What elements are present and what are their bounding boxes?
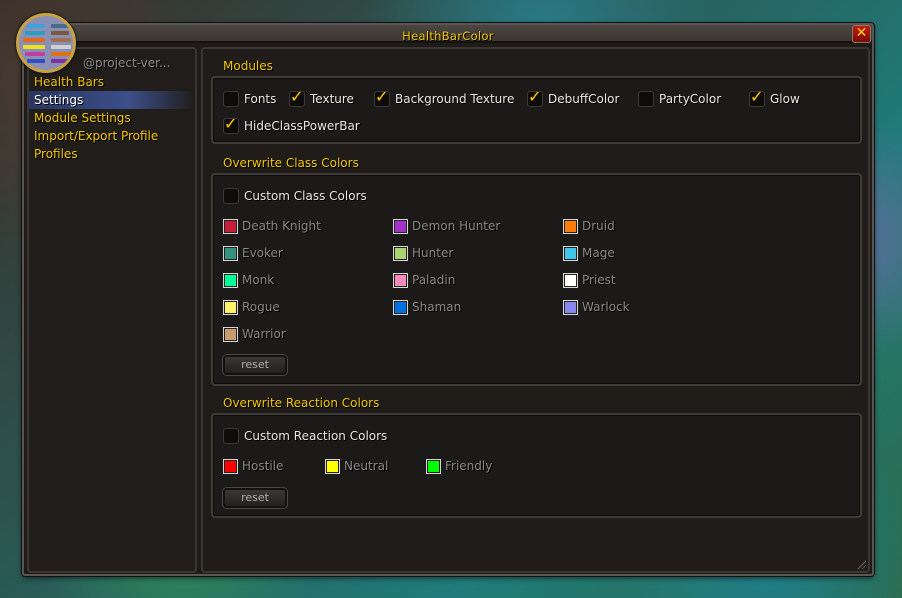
sidebar-nav: Health Bars Settings Module Settings Imp… bbox=[29, 73, 195, 163]
addon-options-window: HealthBarColor ✕ @project-ver... Health … bbox=[22, 23, 874, 576]
resize-grip-icon[interactable] bbox=[856, 559, 866, 569]
swatch-label: Rogue bbox=[242, 300, 280, 314]
custom-reaction-colors-checkbox[interactable]: Custom Reaction Colors bbox=[223, 427, 387, 445]
checkbox-label: Custom Class Colors bbox=[244, 189, 367, 203]
color-swatch[interactable] bbox=[223, 272, 238, 288]
checkmark-icon: ✓ bbox=[224, 114, 238, 133]
swatch-label: Neutral bbox=[344, 459, 389, 473]
close-x-icon: ✕ bbox=[855, 25, 868, 41]
color-swatch[interactable] bbox=[393, 245, 408, 261]
checkmark-icon: ✓ bbox=[290, 87, 304, 106]
sidebar-item-import-export-profile[interactable]: Import/Export Profile bbox=[29, 127, 195, 145]
swatch-label: Hostile bbox=[242, 459, 284, 473]
checkbox-label: Texture bbox=[310, 92, 354, 106]
color-swatch[interactable] bbox=[223, 245, 238, 261]
swatch-label: Warlock bbox=[582, 300, 630, 314]
swatch-label: Mage bbox=[582, 246, 615, 260]
reaction-colors-section-title: Overwrite Reaction Colors bbox=[223, 396, 380, 410]
module-fonts-checkbox[interactable]: Fonts bbox=[223, 90, 276, 108]
checkmark-icon: ✓ bbox=[375, 87, 389, 106]
class-swatch-priest[interactable]: Priest bbox=[563, 272, 616, 288]
class-swatch-rogue[interactable]: Rogue bbox=[223, 299, 280, 315]
title-bar[interactable]: HealthBarColor ✕ bbox=[24, 25, 872, 43]
class-swatch-monk[interactable]: Monk bbox=[223, 272, 274, 288]
swatch-label: Druid bbox=[582, 219, 615, 233]
module-debuffcolor-checkbox[interactable]: ✓ DebuffColor bbox=[527, 87, 620, 108]
swatch-label: Evoker bbox=[242, 246, 283, 260]
color-swatch[interactable] bbox=[393, 272, 408, 288]
modules-group: Fonts ✓ Texture ✓ Background Texture ✓ D… bbox=[211, 76, 862, 144]
modules-section-title: Modules bbox=[223, 59, 273, 73]
sidebar-item-health-bars[interactable]: Health Bars bbox=[29, 73, 195, 91]
settings-panel: Modules Fonts ✓ Texture ✓ Background Tex… bbox=[201, 47, 870, 573]
color-swatch[interactable] bbox=[563, 218, 578, 234]
reaction-swatch-neutral[interactable]: Neutral bbox=[325, 458, 388, 474]
checkbox-label: Custom Reaction Colors bbox=[244, 429, 388, 443]
color-swatch[interactable] bbox=[563, 299, 578, 315]
checkbox-label: Fonts bbox=[244, 92, 277, 106]
color-swatch[interactable] bbox=[393, 218, 408, 234]
color-swatch[interactable] bbox=[223, 326, 238, 342]
color-swatch[interactable] bbox=[563, 272, 578, 288]
swatch-label: Friendly bbox=[445, 459, 493, 473]
version-label: @project-ver... bbox=[83, 56, 171, 70]
close-button[interactable]: ✕ bbox=[852, 25, 871, 43]
color-swatch[interactable] bbox=[563, 245, 578, 261]
checkmark-icon: ✓ bbox=[528, 87, 542, 106]
module-partycolor-checkbox[interactable]: PartyColor bbox=[638, 90, 721, 108]
checkbox-label: PartyColor bbox=[659, 92, 722, 106]
swatch-label: Hunter bbox=[412, 246, 454, 260]
color-swatch[interactable] bbox=[223, 218, 238, 234]
swatch-label: Monk bbox=[242, 273, 275, 287]
swatch-label: Paladin bbox=[412, 273, 456, 287]
checkbox-label: HideClassPowerBar bbox=[244, 119, 360, 133]
swatch-label: Shaman bbox=[412, 300, 462, 314]
color-swatch[interactable] bbox=[426, 458, 441, 474]
addon-logo-icon bbox=[16, 13, 76, 73]
class-colors-section-title: Overwrite Class Colors bbox=[223, 156, 359, 170]
swatch-label: Death Knight bbox=[242, 219, 321, 233]
class-swatch-shaman[interactable]: Shaman bbox=[393, 299, 461, 315]
class-colors-group: Custom Class Colors Death Knight Demon Hu… bbox=[211, 173, 862, 386]
checkbox-label: Background Texture bbox=[395, 92, 515, 106]
color-swatch[interactable] bbox=[393, 299, 408, 315]
sidebar-item-settings[interactable]: Settings bbox=[29, 91, 195, 109]
checkbox-label: Glow bbox=[770, 92, 800, 106]
checkbox-label: DebuffColor bbox=[548, 92, 620, 106]
class-colors-reset-button[interactable]: reset bbox=[223, 355, 287, 375]
class-swatch-death-knight[interactable]: Death Knight bbox=[223, 218, 321, 234]
color-swatch[interactable] bbox=[223, 458, 238, 474]
class-swatch-evoker[interactable]: Evoker bbox=[223, 245, 283, 261]
reaction-colors-reset-button[interactable]: reset bbox=[223, 488, 287, 508]
sidebar: @project-ver... Health Bars Settings Mod… bbox=[27, 47, 197, 573]
class-swatch-hunter[interactable]: Hunter bbox=[393, 245, 453, 261]
swatch-label: Warrior bbox=[242, 327, 286, 341]
custom-class-colors-checkbox[interactable]: Custom Class Colors bbox=[223, 187, 367, 205]
checkmark-icon: ✓ bbox=[750, 87, 764, 106]
class-swatch-paladin[interactable]: Paladin bbox=[393, 272, 455, 288]
window-title: HealthBarColor bbox=[402, 29, 494, 43]
class-swatch-druid[interactable]: Druid bbox=[563, 218, 615, 234]
sidebar-item-module-settings[interactable]: Module Settings bbox=[29, 109, 195, 127]
swatch-label: Demon Hunter bbox=[412, 219, 501, 233]
class-swatch-mage[interactable]: Mage bbox=[563, 245, 615, 261]
module-background-texture-checkbox[interactable]: ✓ Background Texture bbox=[374, 87, 515, 108]
class-swatch-warrior[interactable]: Warrior bbox=[223, 326, 286, 342]
reaction-colors-group: Custom Reaction Colors Hostile Neutral F… bbox=[211, 413, 862, 518]
swatch-label: Priest bbox=[582, 273, 616, 287]
class-swatch-demon-hunter[interactable]: Demon Hunter bbox=[393, 218, 500, 234]
module-glow-checkbox[interactable]: ✓ Glow bbox=[749, 87, 800, 108]
reaction-swatch-friendly[interactable]: Friendly bbox=[426, 458, 492, 474]
reaction-swatch-hostile[interactable]: Hostile bbox=[223, 458, 283, 474]
module-hideclasspowerbar-checkbox[interactable]: ✓ HideClassPowerBar bbox=[223, 114, 360, 135]
sidebar-item-profiles[interactable]: Profiles bbox=[29, 145, 195, 163]
module-texture-checkbox[interactable]: ✓ Texture bbox=[289, 87, 354, 108]
class-swatch-warlock[interactable]: Warlock bbox=[563, 299, 630, 315]
color-swatch[interactable] bbox=[223, 299, 238, 315]
color-swatch[interactable] bbox=[325, 458, 340, 474]
